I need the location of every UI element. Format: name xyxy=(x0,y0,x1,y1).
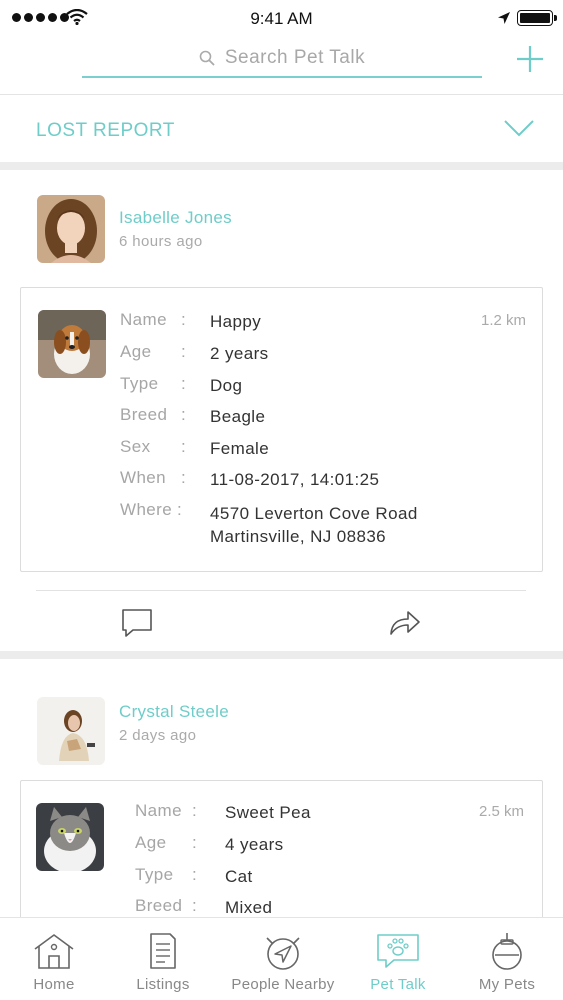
post-actions xyxy=(36,590,526,650)
section-divider xyxy=(0,651,563,659)
share-button[interactable] xyxy=(388,607,422,637)
pet-card[interactable]: 1.2 km Name: Happy Age:2 years Type: Dog B… xyxy=(20,287,543,572)
search-icon xyxy=(199,50,215,66)
people-nearby-icon xyxy=(266,937,300,970)
pet-photo xyxy=(38,310,106,378)
tab-listings[interactable]: Listings xyxy=(118,918,208,1000)
listings-icon xyxy=(150,933,176,969)
add-post-button[interactable] xyxy=(515,44,545,74)
post-time: 6 hours ago xyxy=(119,233,203,250)
tab-home[interactable]: Home xyxy=(10,918,98,1000)
tab-bar: Home Listings People Nearby Pet Talk My … xyxy=(0,917,563,1000)
home-icon xyxy=(34,934,74,969)
pet-photo xyxy=(36,803,104,871)
post-author[interactable]: Isabelle Jones xyxy=(119,208,232,228)
clock: 9:41 AM xyxy=(250,9,313,28)
post-author[interactable]: Crystal Steele xyxy=(119,702,229,722)
tab-people-nearby[interactable]: People Nearby xyxy=(222,918,344,1000)
location-arrow-icon xyxy=(498,12,510,24)
pet-field-type: Type: Cat xyxy=(135,865,253,886)
pet-field-age: Age:2 years xyxy=(120,342,269,363)
section-title: LOST REPORT xyxy=(36,120,175,141)
avatar[interactable] xyxy=(37,697,105,765)
comment-button[interactable] xyxy=(120,607,154,639)
avatar[interactable] xyxy=(37,195,105,263)
pet-field-age: Age:4 years xyxy=(135,833,284,854)
pet-field-where: Where: 4570 Leverton Cove Road Martinsvi… xyxy=(120,500,418,546)
section-divider xyxy=(0,162,563,170)
search-input[interactable]: Search Pet Talk xyxy=(82,40,482,78)
tab-my-pets[interactable]: My Pets xyxy=(462,918,552,1000)
pet-field-type: Type: Dog xyxy=(120,374,243,395)
tab-pet-talk[interactable]: Pet Talk xyxy=(356,918,440,1000)
pet-field-name: Name: Sweet Pea xyxy=(135,801,311,822)
status-bar: 9:41 AM xyxy=(0,0,563,36)
chevron-down-icon xyxy=(504,120,534,137)
pet-field-when: When:11-08-2017, 14:01:25 xyxy=(120,468,380,489)
battery-icon xyxy=(517,10,557,26)
pet-field-sex: Sex: Female xyxy=(120,437,270,458)
paw-chat-icon xyxy=(377,934,419,968)
lost-report-dropdown[interactable]: LOST REPORT xyxy=(0,96,563,164)
post-time: 2 days ago xyxy=(119,727,197,744)
divider xyxy=(0,94,563,95)
pet-field-breed: Breed: Beagle xyxy=(120,405,266,426)
my-pets-icon xyxy=(492,933,522,970)
pet-field-name: Name: Happy xyxy=(120,310,262,331)
search-placeholder: Search Pet Talk xyxy=(224,47,366,68)
